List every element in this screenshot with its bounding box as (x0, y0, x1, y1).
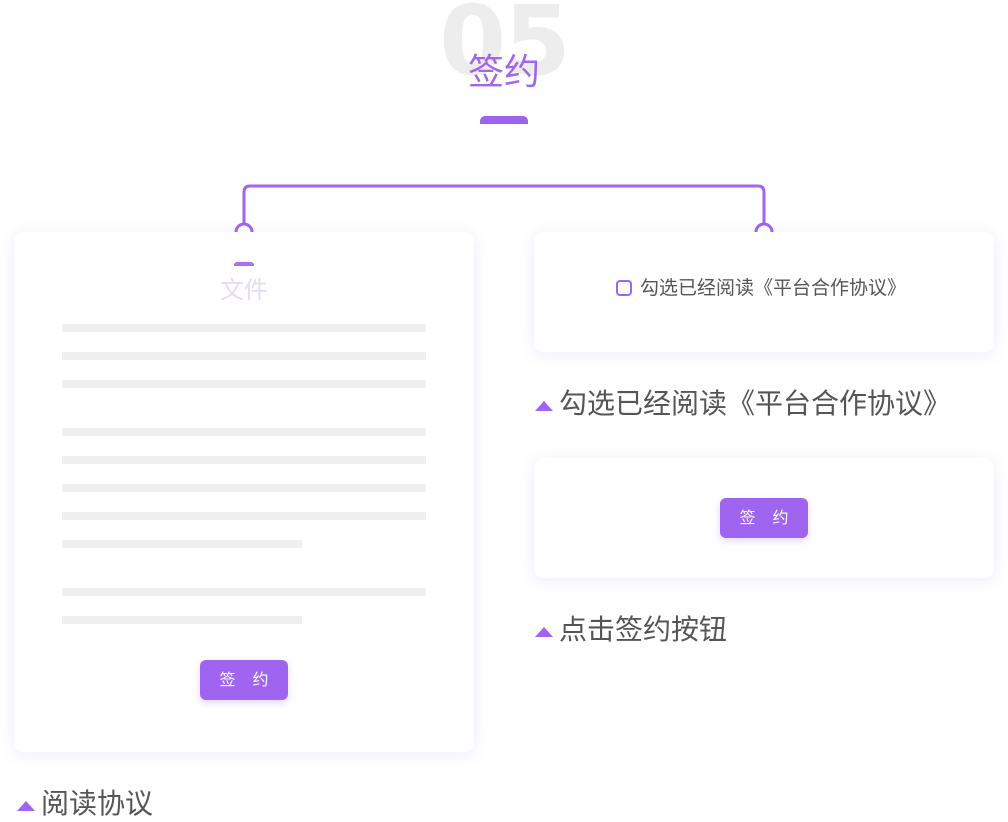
triangle-up-icon (535, 627, 553, 637)
agreement-checkbox[interactable] (616, 280, 632, 296)
agreement-card: 勾选已经阅读《平台合作协议》 (534, 232, 994, 352)
document-text-line (62, 352, 426, 360)
document-text-line (62, 588, 426, 596)
document-text-line (62, 380, 426, 388)
agreement-checkbox-label[interactable]: 勾选已经阅读《平台合作协议》 (640, 276, 906, 300)
caption-text: 点击签约按钮 (559, 613, 728, 646)
document-tab-marker (234, 262, 254, 266)
triangle-up-icon (17, 801, 35, 811)
connector-path (242, 184, 766, 224)
document-text-line (62, 484, 426, 492)
sign-button[interactable]: 签 约 (720, 498, 808, 538)
caption-text: 阅读协议 (41, 787, 154, 820)
caption-check-agreement: 勾选已经阅读《平台合作协议》 (535, 386, 951, 422)
document-title: 文件 (220, 276, 268, 304)
document-text-line (62, 324, 426, 332)
document-text-line (62, 428, 426, 436)
agreement-checkbox-row[interactable]: 勾选已经阅读《平台合作协议》 (616, 276, 906, 300)
caption-text: 勾选已经阅读《平台合作协议》 (559, 387, 952, 420)
triangle-up-icon (535, 401, 553, 411)
caption-read-agreement: 阅读协议 (17, 786, 153, 822)
document-text-line (62, 456, 426, 464)
document-card: 文件 签 约 (14, 232, 474, 752)
caption-click-sign: 点击签约按钮 (535, 612, 727, 648)
sign-button-card: 签 约 (534, 458, 994, 578)
document-sign-button[interactable]: 签 约 (200, 660, 288, 700)
document-text-line (62, 512, 426, 520)
document-text-line (62, 540, 302, 548)
connector-lines (234, 184, 774, 242)
document-text-line (62, 616, 302, 624)
